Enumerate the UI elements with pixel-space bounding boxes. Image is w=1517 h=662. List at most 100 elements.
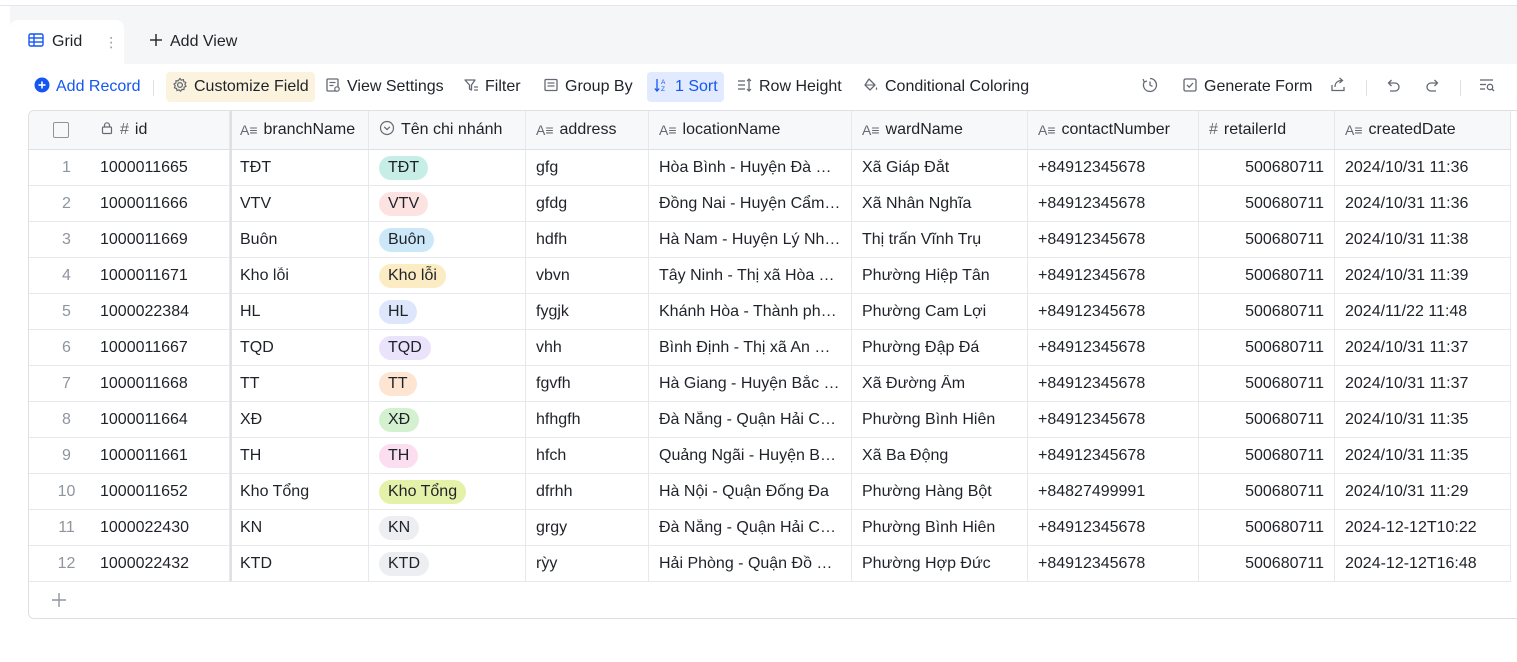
cell-contactnumber[interactable]: +84912345678: [1028, 294, 1199, 329]
cell-locationname[interactable]: Hà Nam - Huyện Lý Nhân: [649, 222, 852, 257]
cell-contactnumber[interactable]: +84912345678: [1028, 222, 1199, 257]
cell-wardname[interactable]: Phường Cam Lợi: [852, 294, 1028, 329]
group-by-button[interactable]: Group By: [537, 72, 639, 102]
table-row[interactable]: 1 1000011665 TĐT TĐT gfg Hòa Bình - Huyện Đà …: [29, 150, 1511, 186]
conditional-coloring-button[interactable]: Conditional Coloring: [857, 72, 1035, 102]
cell-id[interactable]: 1000011671: [100, 258, 230, 293]
cell-branchname[interactable]: Kho lỗi: [230, 258, 369, 293]
cell-branchname[interactable]: KTD: [230, 546, 369, 581]
cell-id[interactable]: 1000011661: [100, 438, 230, 473]
column-header-address[interactable]: A≡ address: [526, 111, 649, 149]
table-row[interactable]: 6 1000011667 TQD TQD vhh Bình Định - Thị xã A…: [29, 330, 1511, 366]
cell-ten-chi-nhanh[interactable]: XĐ: [369, 402, 526, 437]
cell-branchname[interactable]: HL: [230, 294, 369, 329]
column-header-id[interactable]: # id: [100, 111, 230, 149]
cell-id[interactable]: 1000011652: [100, 474, 230, 509]
cell-id[interactable]: 1000011668: [100, 366, 230, 401]
cell-contactnumber[interactable]: +84912345678: [1028, 510, 1199, 545]
cell-wardname[interactable]: Xã Ba Động: [852, 438, 1028, 473]
table-row[interactable]: 4 1000011671 Kho lỗi Kho lỗi vbvn Tây Ninh - …: [29, 258, 1511, 294]
view-settings-button[interactable]: View Settings: [319, 72, 450, 102]
cell-address[interactable]: fygjk: [526, 294, 649, 329]
cell-id[interactable]: 1000022384: [100, 294, 230, 329]
row-number[interactable]: 6: [29, 330, 100, 365]
cell-id[interactable]: 1000011664: [100, 402, 230, 437]
table-row[interactable]: 12 1000022432 KTD KTD rỳy Hải Phòng - Quận Đồ…: [29, 546, 1511, 582]
cell-locationname[interactable]: Đà Nẵng - Quận Hải Châu: [649, 510, 852, 545]
cell-wardname[interactable]: Xã Giáp Đắt: [852, 150, 1028, 185]
cell-ten-chi-nhanh[interactable]: VTV: [369, 186, 526, 221]
column-header-branchname[interactable]: A≡ branchName: [230, 111, 369, 149]
generate-form-button[interactable]: Generate Form: [1176, 72, 1318, 102]
cell-wardname[interactable]: Xã Đường Âm: [852, 366, 1028, 401]
cell-createddate[interactable]: 2024/10/31 11:36: [1335, 186, 1511, 221]
filter-button[interactable]: Filter: [457, 72, 527, 102]
row-number[interactable]: 12: [29, 546, 100, 581]
customize-field-button[interactable]: Customize Field: [166, 72, 315, 102]
cell-branchname[interactable]: Kho Tổng: [230, 474, 369, 509]
row-number[interactable]: 5: [29, 294, 100, 329]
cell-retailerid[interactable]: 500680711: [1199, 150, 1335, 185]
cell-id[interactable]: 1000022430: [100, 510, 230, 545]
redo-button[interactable]: [1418, 72, 1448, 102]
cell-locationname[interactable]: Tây Ninh - Thị xã Hòa Thành: [649, 258, 852, 293]
cell-address[interactable]: hdfh: [526, 222, 649, 257]
cell-wardname[interactable]: Phường Hàng Bột: [852, 474, 1028, 509]
cell-branchname[interactable]: VTV: [230, 186, 369, 221]
cell-locationname[interactable]: Hà Nội - Quận Đống Đa: [649, 474, 852, 509]
cell-createddate[interactable]: 2024/10/31 11:29: [1335, 474, 1511, 509]
cell-address[interactable]: hfch: [526, 438, 649, 473]
table-row[interactable]: 2 1000011666 VTV VTV gfdg Đồng Nai - Huyện Cẩ…: [29, 186, 1511, 222]
cell-ten-chi-nhanh[interactable]: Buôn: [369, 222, 526, 257]
row-number[interactable]: 4: [29, 258, 100, 293]
cell-createddate[interactable]: 2024/10/31 11:36: [1335, 150, 1511, 185]
cell-wardname[interactable]: Phường Đập Đá: [852, 330, 1028, 365]
cell-locationname[interactable]: Đồng Nai - Huyện Cẩm Mỹ: [649, 186, 852, 221]
cell-createddate[interactable]: 2024/10/31 11:35: [1335, 438, 1511, 473]
frozen-column-divider[interactable]: [230, 111, 232, 581]
select-all-checkbox[interactable]: [52, 122, 69, 138]
cell-ten-chi-nhanh[interactable]: KN: [369, 510, 526, 545]
table-row[interactable]: 5 1000022384 HL HL fygjk Khánh Hòa - Thành ph…: [29, 294, 1511, 330]
history-button[interactable]: [1135, 72, 1165, 102]
cell-contactnumber[interactable]: +84912345678: [1028, 186, 1199, 221]
table-row[interactable]: 8 1000011664 XĐ XĐ hfhgfh Đà Nẵng - Quận Hải …: [29, 402, 1511, 438]
table-row[interactable]: 3 1000011669 Buôn Buôn hdfh Hà Nam - Huyện Lý…: [29, 222, 1511, 258]
cell-locationname[interactable]: Hà Giang - Huyện Bắc Mê: [649, 366, 852, 401]
search-button[interactable]: [1472, 72, 1502, 102]
cell-ten-chi-nhanh[interactable]: TT: [369, 366, 526, 401]
row-number[interactable]: 9: [29, 438, 100, 473]
cell-ten-chi-nhanh[interactable]: TĐT: [369, 150, 526, 185]
row-height-button[interactable]: Row Height: [731, 72, 848, 102]
cell-address[interactable]: gfdg: [526, 186, 649, 221]
cell-id[interactable]: 1000011667: [100, 330, 230, 365]
cell-retailerid[interactable]: 500680711: [1199, 294, 1335, 329]
more-vertical-icon[interactable]: ⋮: [104, 34, 118, 51]
column-header-retailerid[interactable]: # retailerId: [1199, 111, 1335, 149]
sort-button[interactable]: AZ 1 Sort: [647, 72, 724, 102]
cell-createddate[interactable]: 2024/11/22 11:48: [1335, 294, 1511, 329]
cell-ten-chi-nhanh[interactable]: Kho Tổng: [369, 474, 526, 509]
cell-address[interactable]: rỳy: [526, 546, 649, 581]
column-header-locationname[interactable]: A≡ locationName: [649, 111, 852, 149]
cell-retailerid[interactable]: 500680711: [1199, 330, 1335, 365]
cell-id[interactable]: 1000011669: [100, 222, 230, 257]
cell-retailerid[interactable]: 500680711: [1199, 186, 1335, 221]
row-number[interactable]: 3: [29, 222, 100, 257]
cell-contactnumber[interactable]: +84912345678: [1028, 402, 1199, 437]
add-row-button[interactable]: [29, 582, 89, 618]
cell-ten-chi-nhanh[interactable]: TH: [369, 438, 526, 473]
cell-createddate[interactable]: 2024/10/31 11:38: [1335, 222, 1511, 257]
cell-contactnumber[interactable]: +84912345678: [1028, 546, 1199, 581]
cell-locationname[interactable]: Hải Phòng - Quận Đồ Sơn: [649, 546, 852, 581]
cell-ten-chi-nhanh[interactable]: HL: [369, 294, 526, 329]
cell-branchname[interactable]: TH: [230, 438, 369, 473]
row-number[interactable]: 10: [29, 474, 100, 509]
cell-address[interactable]: dfrhh: [526, 474, 649, 509]
column-header-wardname[interactable]: A≡ wardName: [852, 111, 1028, 149]
cell-contactnumber[interactable]: +84912345678: [1028, 366, 1199, 401]
cell-retailerid[interactable]: 500680711: [1199, 366, 1335, 401]
cell-ten-chi-nhanh[interactable]: KTD: [369, 546, 526, 581]
cell-retailerid[interactable]: 500680711: [1199, 258, 1335, 293]
column-header-contactnumber[interactable]: A≡ contactNumber: [1028, 111, 1199, 149]
